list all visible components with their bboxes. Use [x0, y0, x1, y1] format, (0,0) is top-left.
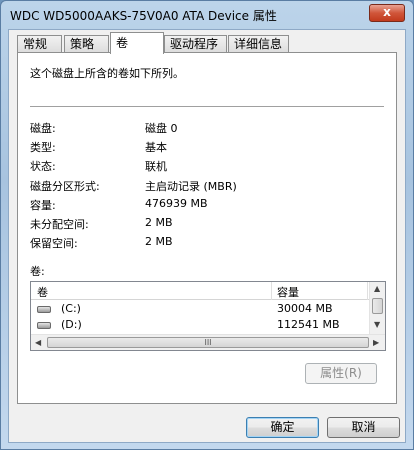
volume-capacity: 30004 MB	[277, 302, 333, 315]
properties-dialog: WDC WD5000AAKS-75V0A0 ATA Device 属性 x 常规…	[0, 0, 414, 450]
divider	[30, 106, 384, 107]
column-header-capacity[interactable]: 容量	[277, 284, 299, 300]
property-value: 联机	[145, 160, 167, 173]
title-bar: WDC WD5000AAKS-75V0A0 ATA Device 属性 x	[1, 1, 413, 29]
drive-icon	[37, 306, 51, 313]
volume-capacity: 112541 MB	[277, 318, 340, 331]
property-value: 2 MB	[145, 235, 173, 248]
vertical-scrollbar[interactable]: ▲ ▼	[369, 282, 385, 334]
property-label: 状态:	[30, 160, 56, 173]
drive-icon	[37, 322, 51, 329]
property-label: 类型:	[30, 141, 56, 154]
scroll-down-icon[interactable]: ▼	[374, 320, 380, 329]
volumes-list[interactable]: 卷 容量 (C:) 30004 MB (D:) 112541 MB ▲ ▼ ◀ …	[30, 281, 386, 351]
list-item[interactable]: (C:) 30004 MB	[31, 301, 371, 317]
scroll-right-icon[interactable]: ▶	[373, 338, 379, 347]
property-label: 保留空间:	[30, 237, 78, 250]
list-item[interactable]: (D:) 112541 MB	[31, 317, 371, 333]
column-header-volume[interactable]: 卷	[37, 284, 48, 300]
dialog-client-area: 常规 策略 卷 驱动程序 详细信息 这个磁盘上所含的卷如下所列。 磁盘: 磁盘 …	[8, 29, 406, 443]
scroll-left-icon[interactable]: ◀	[35, 338, 41, 347]
properties-button[interactable]: 属性(R)	[305, 363, 377, 384]
horizontal-scrollbar[interactable]: ◀ III ▶	[31, 334, 385, 350]
horizontal-scroll-thumb[interactable]: III	[47, 337, 369, 348]
tab-volumes[interactable]: 卷	[110, 32, 164, 54]
property-label: 容量:	[30, 199, 56, 212]
list-header: 卷 容量	[31, 282, 371, 300]
property-label: 磁盘分区形式:	[30, 180, 100, 193]
column-separator[interactable]	[367, 282, 368, 300]
close-icon: x	[383, 5, 391, 19]
volume-name: (D:)	[61, 318, 82, 331]
tab-general[interactable]: 常规	[17, 35, 62, 53]
tab-details[interactable]: 详细信息	[228, 35, 289, 53]
property-value: 2 MB	[145, 216, 173, 229]
tab-policies[interactable]: 策略	[64, 35, 109, 53]
volumes-label: 卷:	[30, 265, 45, 278]
window-title: WDC WD5000AAKS-75V0A0 ATA Device 属性	[10, 9, 277, 23]
property-value: 主启动记录 (MBR)	[145, 180, 237, 193]
property-label: 磁盘:	[30, 122, 56, 135]
cancel-button[interactable]: 取消	[327, 417, 400, 438]
volumes-panel: 这个磁盘上所含的卷如下所列。 磁盘: 磁盘 0 类型: 基本 状态: 联机 磁盘…	[17, 52, 397, 404]
property-value: 476939 MB	[145, 197, 208, 210]
property-value: 磁盘 0	[145, 122, 178, 135]
close-button[interactable]: x	[369, 4, 405, 22]
ok-button[interactable]: 确定	[246, 417, 319, 438]
column-separator[interactable]	[271, 282, 272, 300]
property-value: 基本	[145, 141, 167, 154]
vertical-scroll-thumb[interactable]	[372, 298, 383, 314]
property-label: 未分配空间:	[30, 218, 89, 231]
scroll-up-icon[interactable]: ▲	[374, 284, 380, 293]
intro-text: 这个磁盘上所含的卷如下所列。	[30, 67, 184, 80]
volume-name: (C:)	[61, 302, 81, 315]
tab-driver[interactable]: 驱动程序	[164, 35, 227, 53]
